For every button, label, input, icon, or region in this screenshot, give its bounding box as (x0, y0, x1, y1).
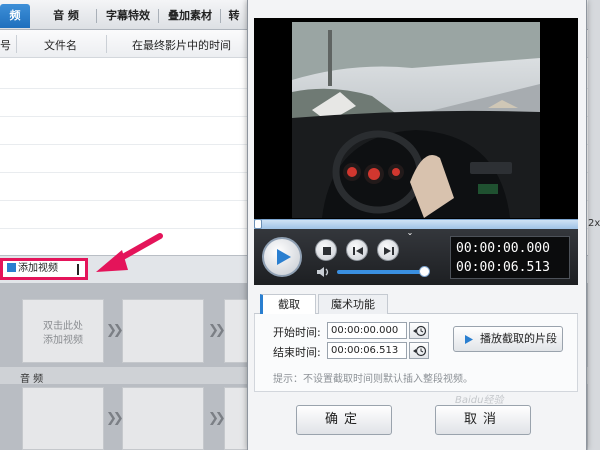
clock-arrow-icon (413, 325, 427, 337)
progress-knob[interactable] (254, 219, 262, 229)
chevron-right-icon: ❯❯ (208, 411, 226, 426)
column-header-filename[interactable]: 文件名 (44, 37, 77, 53)
timeline-audio-slot[interactable] (122, 387, 204, 450)
tab-overlay-materials[interactable]: 叠加素材 (162, 4, 218, 28)
column-header-number[interactable]: 号 (0, 37, 11, 53)
trim-panel: 开始时间: 00:00:00.000 结束时间: 00:00:06.513 播放… (254, 314, 578, 392)
total-time: 00:00:06.513 (456, 260, 550, 275)
tab-video[interactable]: 频 (0, 4, 30, 28)
timeline-video-slot[interactable] (122, 299, 204, 363)
playback-progress-bar[interactable] (254, 219, 578, 229)
play-button[interactable] (262, 237, 302, 277)
start-time-label: 开始时间: (273, 326, 321, 339)
add-video-label: 添加视频 (18, 263, 58, 274)
right-edge-text: 2x (588, 218, 600, 229)
ok-button[interactable]: 确定 (296, 405, 392, 435)
play-clip-button[interactable]: 播放截取的片段 (453, 326, 563, 352)
stop-icon (323, 247, 331, 255)
tab-transition[interactable]: 转 (222, 4, 246, 28)
end-time-input[interactable]: 00:00:06.513 (327, 342, 407, 359)
end-time-label: 结束时间: (273, 346, 321, 359)
skip-back-icon (353, 247, 363, 255)
column-divider (106, 35, 107, 53)
video-trim-dialog: 00:00:00.000 00:00:06.513 ⌄ 截取 魔术功能 开始时间… (247, 0, 587, 450)
add-video-button[interactable]: 添加视频 (0, 258, 88, 280)
tab-subtitle-effects[interactable]: 字幕特效 (100, 4, 156, 28)
column-divider (16, 35, 17, 53)
set-end-time-button[interactable] (409, 342, 429, 359)
cancel-button[interactable]: 取消 (435, 405, 531, 435)
tab-magic-functions[interactable]: 魔术功能 (318, 294, 388, 314)
volume-slider[interactable] (337, 270, 424, 274)
trim-hint-text: 提示：不设置截取时间则默认插入整段视频。 (273, 374, 473, 385)
previous-frame-button[interactable] (346, 239, 368, 261)
play-clip-label: 播放截取的片段 (480, 332, 557, 345)
next-frame-button[interactable] (377, 239, 399, 261)
right-edge-panel: 2x (588, 0, 600, 450)
tab-divider (158, 9, 159, 23)
tab-divider (96, 9, 97, 23)
add-icon (7, 263, 16, 272)
play-icon (277, 249, 291, 265)
current-time: 00:00:00.000 (456, 241, 550, 256)
annotation-arrow-icon (96, 233, 163, 272)
chevron-right-icon: ❯❯ (106, 411, 124, 426)
video-preview (254, 18, 578, 226)
clock-arrow-icon (413, 345, 427, 357)
tab-trim[interactable]: 截取 (260, 294, 316, 314)
text-cursor (77, 264, 79, 275)
player-controls: 00:00:00.000 00:00:06.513 (254, 229, 578, 285)
chevron-right-icon: ❯❯ (208, 323, 226, 338)
timeline-audio-slot[interactable] (22, 387, 104, 450)
time-display: 00:00:00.000 00:00:06.513 (450, 236, 570, 279)
video-frame-image (292, 22, 540, 218)
chevron-right-icon: ❯❯ (106, 323, 124, 338)
dialog-tab-bar: 截取 魔术功能 (254, 294, 578, 314)
volume-knob[interactable] (419, 266, 430, 277)
timeline-video-slot[interactable]: 双击此处 添加视频 (22, 299, 104, 363)
set-start-time-button[interactable] (409, 322, 429, 339)
start-time-input[interactable]: 00:00:00.000 (327, 322, 407, 339)
play-icon (465, 335, 473, 344)
watermark: Baidu经验 (455, 395, 504, 406)
column-header-time[interactable]: 在最终影片中的时间 (132, 37, 231, 53)
tab-divider (220, 9, 221, 23)
audio-track-label: 音 频 (20, 374, 44, 385)
volume-icon[interactable] (316, 266, 330, 278)
stop-button[interactable] (315, 239, 337, 261)
slot-hint: 双击此处 添加视频 (43, 321, 83, 346)
tab-audio[interactable]: 音 频 (40, 4, 92, 28)
collapse-chevron-icon[interactable]: ⌄ (396, 229, 424, 237)
skip-forward-icon (384, 247, 394, 255)
